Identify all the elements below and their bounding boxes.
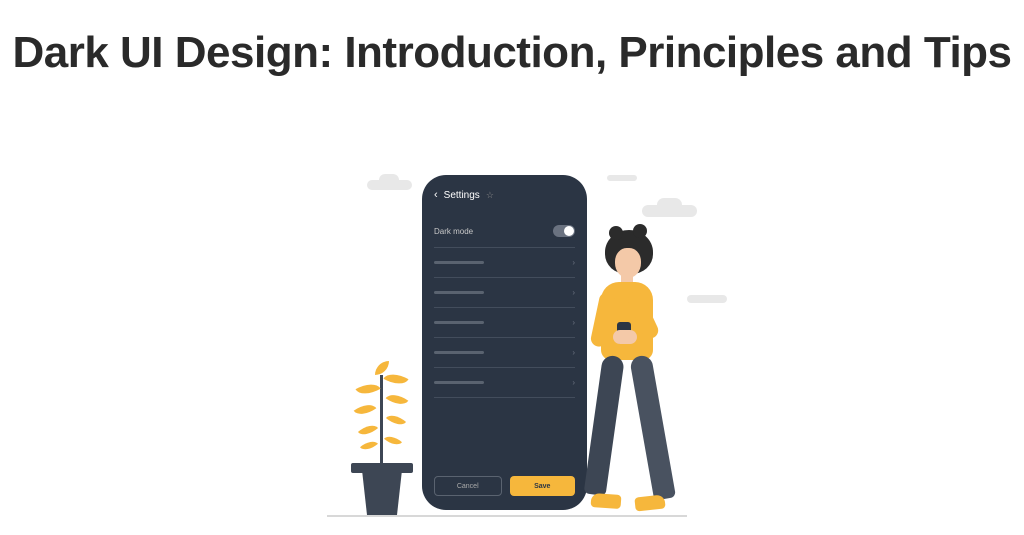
- hero-illustration: ‹ Settings ☆ Dark mode › › › › › Cancel …: [297, 165, 727, 525]
- floor-line: [327, 515, 687, 517]
- setting-row-placeholder: ›: [434, 248, 575, 278]
- chevron-right-icon: ›: [572, 288, 575, 297]
- chevron-right-icon: ›: [572, 318, 575, 327]
- star-icon: ☆: [486, 190, 494, 201]
- person-illustration: [577, 230, 672, 515]
- dark-mode-row: Dark mode: [434, 215, 575, 248]
- save-button: Save: [510, 476, 576, 496]
- settings-label: Settings: [444, 190, 480, 201]
- page-title: Dark UI Design: Introduction, Principles…: [0, 0, 1024, 79]
- dark-mode-toggle: [553, 225, 575, 237]
- setting-row-placeholder: ›: [434, 278, 575, 308]
- cancel-button: Cancel: [434, 476, 502, 496]
- cloud-decoration: [607, 175, 637, 181]
- back-chevron-icon: ‹: [434, 189, 438, 201]
- chevron-right-icon: ›: [572, 258, 575, 267]
- phone-mockup: ‹ Settings ☆ Dark mode › › › › › Cancel …: [422, 175, 587, 510]
- chevron-right-icon: ›: [572, 348, 575, 357]
- setting-row-placeholder: ›: [434, 338, 575, 368]
- phone-header: ‹ Settings ☆: [434, 189, 575, 201]
- cloud-decoration: [642, 205, 697, 217]
- cloud-decoration: [687, 295, 727, 303]
- cloud-decoration: [367, 180, 412, 190]
- plant-decoration: [337, 345, 427, 515]
- dark-mode-label: Dark mode: [434, 227, 473, 236]
- setting-row-placeholder: ›: [434, 368, 575, 398]
- setting-row-placeholder: ›: [434, 308, 575, 338]
- chevron-right-icon: ›: [572, 378, 575, 387]
